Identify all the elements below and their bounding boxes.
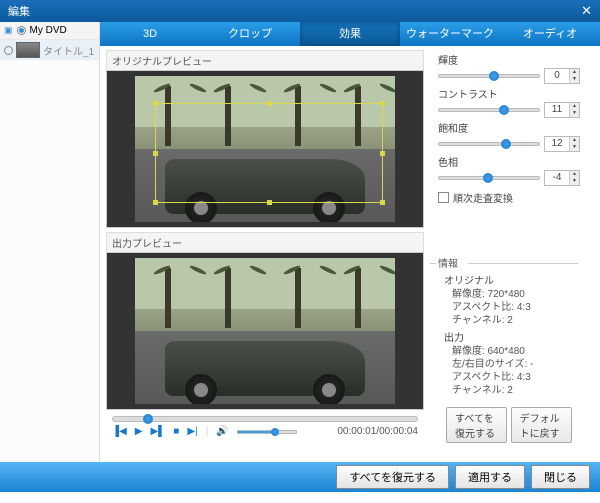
next-icon[interactable]: ▶▌ — [150, 426, 165, 437]
window-title: 編集 — [8, 3, 30, 19]
hue-label: 色相 — [438, 154, 580, 169]
footer: すべてを復元する 適用する 閉じる — [0, 462, 600, 492]
original-preview-label: オリジナルプレビュー — [106, 50, 424, 70]
info-heading: 情報 — [438, 255, 580, 270]
original-preview — [106, 70, 424, 228]
prev-icon[interactable]: ▐◀ — [112, 426, 127, 437]
info-line: アスペクト比: 4:3 — [452, 371, 580, 384]
saturation-label: 飽和度 — [438, 120, 580, 135]
sidebar-item-label: タイトル_1 — [43, 43, 94, 58]
hue-slider[interactable] — [438, 176, 540, 180]
tab-3d[interactable]: 3D — [100, 22, 200, 46]
crop-rectangle[interactable] — [155, 103, 383, 203]
output-preview-label: 出力プレビュー — [106, 232, 424, 252]
play-icon[interactable]: ▶ — [135, 426, 143, 437]
close-icon[interactable]: ✕ — [581, 3, 592, 19]
hue-spinner[interactable]: -4▲▼ — [544, 170, 580, 186]
brightness-spinner[interactable]: 0▲▼ — [544, 68, 580, 84]
seek-slider[interactable] — [112, 416, 418, 422]
tab-audio[interactable]: オーディオ — [500, 22, 600, 46]
footer-restore-all-button[interactable]: すべてを復元する — [336, 465, 449, 489]
thumbnail-icon — [16, 42, 40, 58]
info-original-heading: オリジナル — [444, 272, 580, 287]
default-button[interactable]: デフォルトに戻す — [511, 407, 572, 443]
radio-icon[interactable] — [17, 26, 26, 35]
info-line: チャンネル: 2 — [452, 384, 580, 397]
volume-icon[interactable]: 🔊 — [216, 426, 228, 437]
expand-icon[interactable]: ▣ — [4, 25, 13, 36]
tab-effect[interactable]: 効果 — [300, 22, 400, 46]
info-line: チャンネル: 2 — [452, 314, 580, 327]
brightness-label: 輝度 — [438, 52, 580, 67]
contrast-label: コントラスト — [438, 86, 580, 101]
sidebar-root-label: My DVD — [30, 25, 67, 36]
tab-crop[interactable]: クロップ — [200, 22, 300, 46]
info-line: アスペクト比: 4:3 — [452, 301, 580, 314]
sidebar-root[interactable]: ▣ My DVD — [0, 22, 99, 40]
tab-watermark[interactable]: ウォーターマーク — [400, 22, 500, 46]
deinterlace-checkbox[interactable] — [438, 192, 449, 203]
saturation-spinner[interactable]: 12▲▼ — [544, 136, 580, 152]
timecode: 00:00:01/00:00:04 — [337, 426, 418, 437]
titlebar: 編集 ✕ — [0, 0, 600, 22]
tab-bar: 3D クロップ 効果 ウォーターマーク オーディオ — [100, 22, 600, 46]
effect-controls: 輝度 0▲▼ コントラスト 11▲▼ 飽和度 — [430, 46, 588, 462]
footer-apply-button[interactable]: 適用する — [455, 465, 525, 489]
contrast-slider[interactable] — [438, 108, 540, 112]
info-line: 解像度: 640*480 — [452, 345, 580, 358]
deinterlace-label: 順次走査変換 — [453, 190, 513, 205]
contrast-spinner[interactable]: 11▲▼ — [544, 102, 580, 118]
saturation-slider[interactable] — [438, 142, 540, 146]
footer-close-button[interactable]: 閉じる — [531, 465, 590, 489]
step-icon[interactable]: ▶| — [187, 426, 197, 437]
sidebar: ▣ My DVD タイトル_1 — [0, 22, 100, 462]
stop-icon[interactable]: ■ — [173, 426, 179, 437]
output-preview — [106, 252, 424, 410]
brightness-slider[interactable] — [438, 74, 540, 78]
radio-icon[interactable] — [4, 46, 13, 55]
info-output-heading: 出力 — [444, 329, 580, 344]
info-line: 解像度: 720*480 — [452, 288, 580, 301]
restore-all-button[interactable]: すべてを復元する — [446, 407, 507, 443]
info-line: 左/右目のサイズ: - — [452, 358, 580, 371]
volume-slider[interactable] — [237, 430, 297, 434]
sidebar-item-title1[interactable]: タイトル_1 — [0, 40, 99, 60]
